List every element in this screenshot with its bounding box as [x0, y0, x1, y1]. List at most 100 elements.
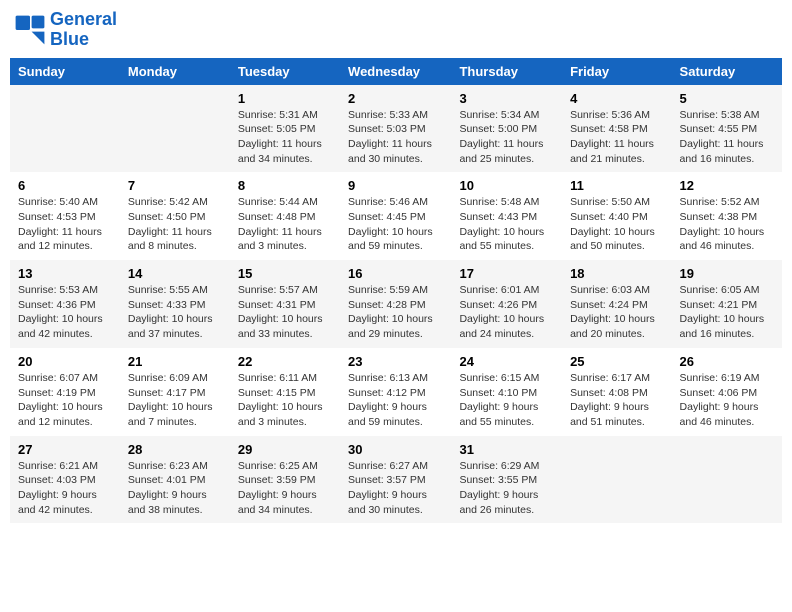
calendar-table: SundayMondayTuesdayWednesdayThursdayFrid… [10, 58, 782, 524]
weekday-header-saturday: Saturday [672, 58, 782, 85]
calendar-cell: 26 Sunrise: 6:19 AM Sunset: 4:06 PM Dayli… [672, 348, 782, 436]
calendar-week-row: 27 Sunrise: 6:21 AM Sunset: 4:03 PM Dayli… [10, 436, 782, 524]
day-number: 15 [238, 266, 332, 281]
day-number: 30 [348, 442, 443, 457]
day-info: Sunrise: 5:52 AM Sunset: 4:38 PM Dayligh… [680, 195, 774, 254]
day-info: Sunrise: 5:55 AM Sunset: 4:33 PM Dayligh… [128, 283, 222, 342]
calendar-cell [10, 85, 120, 173]
day-number: 3 [459, 91, 554, 106]
day-number: 10 [459, 178, 554, 193]
calendar-cell: 17 Sunrise: 6:01 AM Sunset: 4:26 PM Dayli… [451, 260, 562, 348]
day-number: 8 [238, 178, 332, 193]
day-number: 1 [238, 91, 332, 106]
calendar-cell [120, 85, 230, 173]
day-number: 14 [128, 266, 222, 281]
calendar-cell: 27 Sunrise: 6:21 AM Sunset: 4:03 PM Dayli… [10, 436, 120, 524]
calendar-cell: 9Sunrise: 5:46 AM Sunset: 4:45 PM Daylig… [340, 172, 451, 260]
weekday-header-tuesday: Tuesday [230, 58, 340, 85]
day-number: 27 [18, 442, 112, 457]
day-info: Sunrise: 5:59 AM Sunset: 4:28 PM Dayligh… [348, 283, 443, 342]
calendar-cell: 15 Sunrise: 5:57 AM Sunset: 4:31 PM Dayli… [230, 260, 340, 348]
day-info: Sunrise: 5:31 AM Sunset: 5:05 PM Dayligh… [238, 108, 332, 167]
day-number: 7 [128, 178, 222, 193]
day-number: 22 [238, 354, 332, 369]
day-info: Sunrise: 6:21 AM Sunset: 4:03 PM Dayligh… [18, 459, 112, 518]
calendar-cell: 6 Sunrise: 5:40 AM Sunset: 4:53 PM Daylig… [10, 172, 120, 260]
calendar-cell: 20 Sunrise: 6:07 AM Sunset: 4:19 PM Dayli… [10, 348, 120, 436]
calendar-week-row: 20 Sunrise: 6:07 AM Sunset: 4:19 PM Dayli… [10, 348, 782, 436]
calendar-cell: 16 Sunrise: 5:59 AM Sunset: 4:28 PM Dayli… [340, 260, 451, 348]
day-info: Sunrise: 6:27 AM Sunset: 3:57 PM Dayligh… [348, 459, 443, 518]
calendar-cell: 3 Sunrise: 5:34 AM Sunset: 5:00 PM Daylig… [451, 85, 562, 173]
day-info: Sunrise: 5:48 AM Sunset: 4:43 PM Dayligh… [459, 195, 554, 254]
calendar-cell: 28 Sunrise: 6:23 AM Sunset: 4:01 PM Dayli… [120, 436, 230, 524]
day-number: 17 [459, 266, 554, 281]
day-info: Sunrise: 5:50 AM Sunset: 4:40 PM Dayligh… [570, 195, 663, 254]
calendar-cell: 30 Sunrise: 6:27 AM Sunset: 3:57 PM Dayli… [340, 436, 451, 524]
weekday-header-monday: Monday [120, 58, 230, 85]
day-info: Sunrise: 6:23 AM Sunset: 4:01 PM Dayligh… [128, 459, 222, 518]
day-info: Sunrise: 6:09 AM Sunset: 4:17 PM Dayligh… [128, 371, 222, 430]
day-number: 5 [680, 91, 774, 106]
day-info: Sunrise: 5:34 AM Sunset: 5:00 PM Dayligh… [459, 108, 554, 167]
day-number: 28 [128, 442, 222, 457]
day-number: 29 [238, 442, 332, 457]
calendar-cell: 10 Sunrise: 5:48 AM Sunset: 4:43 PM Dayli… [451, 172, 562, 260]
page-header: General Blue [10, 10, 782, 50]
calendar-cell: 13 Sunrise: 5:53 AM Sunset: 4:36 PM Dayli… [10, 260, 120, 348]
day-info: Sunrise: 6:07 AM Sunset: 4:19 PM Dayligh… [18, 371, 112, 430]
day-number: 9 [348, 178, 443, 193]
day-number: 12 [680, 178, 774, 193]
day-info: Sunrise: 5:40 AM Sunset: 4:53 PM Dayligh… [18, 195, 112, 254]
day-number: 13 [18, 266, 112, 281]
calendar-cell: 29Sunrise: 6:25 AM Sunset: 3:59 PM Dayli… [230, 436, 340, 524]
day-info: Sunrise: 5:53 AM Sunset: 4:36 PM Dayligh… [18, 283, 112, 342]
logo-icon [14, 14, 46, 46]
day-info: Sunrise: 6:05 AM Sunset: 4:21 PM Dayligh… [680, 283, 774, 342]
calendar-cell: 11 Sunrise: 5:50 AM Sunset: 4:40 PM Dayli… [562, 172, 671, 260]
calendar-week-row: 1 Sunrise: 5:31 AM Sunset: 5:05 PM Daylig… [10, 85, 782, 173]
day-number: 23 [348, 354, 443, 369]
day-number: 6 [18, 178, 112, 193]
weekday-header-row: SundayMondayTuesdayWednesdayThursdayFrid… [10, 58, 782, 85]
day-info: Sunrise: 6:15 AM Sunset: 4:10 PM Dayligh… [459, 371, 554, 430]
calendar-cell: 18Sunrise: 6:03 AM Sunset: 4:24 PM Dayli… [562, 260, 671, 348]
day-info: Sunrise: 5:33 AM Sunset: 5:03 PM Dayligh… [348, 108, 443, 167]
calendar-cell: 12 Sunrise: 5:52 AM Sunset: 4:38 PM Dayli… [672, 172, 782, 260]
day-info: Sunrise: 5:36 AM Sunset: 4:58 PM Dayligh… [570, 108, 663, 167]
calendar-cell: 21 Sunrise: 6:09 AM Sunset: 4:17 PM Dayli… [120, 348, 230, 436]
day-number: 16 [348, 266, 443, 281]
calendar-cell [562, 436, 671, 524]
day-number: 24 [459, 354, 554, 369]
calendar-week-row: 6 Sunrise: 5:40 AM Sunset: 4:53 PM Daylig… [10, 172, 782, 260]
weekday-header-sunday: Sunday [10, 58, 120, 85]
day-number: 4 [570, 91, 663, 106]
day-info: Sunrise: 5:57 AM Sunset: 4:31 PM Dayligh… [238, 283, 332, 342]
calendar-header: SundayMondayTuesdayWednesdayThursdayFrid… [10, 58, 782, 85]
logo: General Blue [14, 10, 117, 50]
weekday-header-thursday: Thursday [451, 58, 562, 85]
day-info: Sunrise: 5:44 AM Sunset: 4:48 PM Dayligh… [238, 195, 332, 254]
calendar-week-row: 13 Sunrise: 5:53 AM Sunset: 4:36 PM Dayli… [10, 260, 782, 348]
day-number: 21 [128, 354, 222, 369]
calendar-cell: 4 Sunrise: 5:36 AM Sunset: 4:58 PM Daylig… [562, 85, 671, 173]
calendar-cell: 7Sunrise: 5:42 AM Sunset: 4:50 PM Daylig… [120, 172, 230, 260]
calendar-cell: 1 Sunrise: 5:31 AM Sunset: 5:05 PM Daylig… [230, 85, 340, 173]
day-info: Sunrise: 6:11 AM Sunset: 4:15 PM Dayligh… [238, 371, 332, 430]
calendar-cell: 23Sunrise: 6:13 AM Sunset: 4:12 PM Dayli… [340, 348, 451, 436]
day-info: Sunrise: 6:29 AM Sunset: 3:55 PM Dayligh… [459, 459, 554, 518]
day-number: 11 [570, 178, 663, 193]
weekday-header-wednesday: Wednesday [340, 58, 451, 85]
day-number: 19 [680, 266, 774, 281]
day-number: 20 [18, 354, 112, 369]
day-number: 31 [459, 442, 554, 457]
calendar-cell [672, 436, 782, 524]
calendar-cell: 2Sunrise: 5:33 AM Sunset: 5:03 PM Daylig… [340, 85, 451, 173]
calendar-cell: 5Sunrise: 5:38 AM Sunset: 4:55 PM Daylig… [672, 85, 782, 173]
calendar-cell: 31 Sunrise: 6:29 AM Sunset: 3:55 PM Dayli… [451, 436, 562, 524]
day-number: 18 [570, 266, 663, 281]
day-number: 26 [680, 354, 774, 369]
day-info: Sunrise: 6:19 AM Sunset: 4:06 PM Dayligh… [680, 371, 774, 430]
day-info: Sunrise: 6:01 AM Sunset: 4:26 PM Dayligh… [459, 283, 554, 342]
calendar-cell: 8 Sunrise: 5:44 AM Sunset: 4:48 PM Daylig… [230, 172, 340, 260]
